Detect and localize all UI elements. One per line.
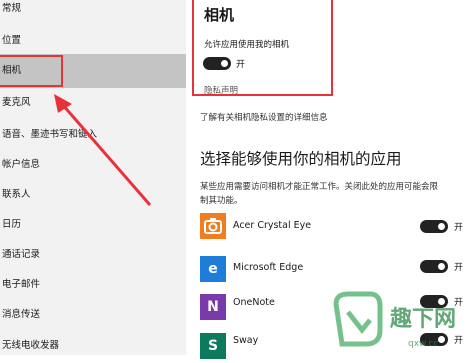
camera-access-toggle[interactable] bbox=[203, 57, 231, 70]
camera-icon bbox=[200, 213, 226, 239]
app-name: OneNote bbox=[233, 297, 275, 308]
onenote-icon: N bbox=[200, 294, 226, 320]
app-name: Sway bbox=[233, 335, 259, 346]
app-access-toggle[interactable] bbox=[420, 220, 448, 233]
sidebar-item-messaging[interactable]: 消息传送 bbox=[0, 298, 186, 332]
camera-access-state: 开 bbox=[236, 60, 246, 70]
app-access-state: 开 bbox=[454, 263, 464, 273]
sidebar-item-speech-inking[interactable]: 语音、墨迹书写和键入 bbox=[0, 118, 186, 152]
sidebar-item-calendar[interactable]: 日历 bbox=[0, 208, 186, 242]
apps-description-cont: 制其功能。 bbox=[200, 196, 243, 206]
sidebar-item-call-history[interactable]: 通话记录 bbox=[0, 238, 186, 272]
app-name: Acer Crystal Eye bbox=[233, 220, 312, 231]
app-access-state: 开 bbox=[454, 223, 464, 233]
app-name: Microsoft Edge bbox=[233, 262, 304, 273]
sidebar-item-contacts[interactable]: 联系人 bbox=[0, 178, 186, 212]
allow-camera-label: 允许应用使用我的相机 bbox=[204, 40, 290, 50]
sidebar-item-email[interactable]: 电子邮件 bbox=[0, 268, 186, 302]
apps-description: 某些应用需要访问相机才能正常工作。关闭此处的应用可能会限 bbox=[200, 182, 439, 192]
app-access-toggle[interactable] bbox=[420, 260, 448, 273]
learn-more-link[interactable]: 了解有关相机隐私设置的详细信息 bbox=[200, 111, 328, 123]
privacy-statement-link[interactable]: 隐私声明 bbox=[204, 84, 238, 96]
page-title: 相机 bbox=[204, 6, 235, 24]
sidebar-item-account-info[interactable]: 帐户信息 bbox=[0, 148, 186, 182]
app-access-toggle[interactable] bbox=[420, 295, 448, 308]
sidebar-item-general[interactable]: 常规 bbox=[0, 0, 186, 26]
camera-nav-highlight-box bbox=[0, 55, 63, 87]
sidebar: 常规 位置 相机 麦克风 语音、墨迹书写和键入 帐户信息 联系人 日历 通话记录… bbox=[0, 0, 186, 355]
app-access-state: 开 bbox=[454, 336, 464, 346]
sidebar-item-microphone[interactable]: 麦克风 bbox=[0, 86, 186, 120]
app-access-state: 开 bbox=[454, 298, 464, 308]
sidebar-item-location[interactable]: 位置 bbox=[0, 24, 186, 58]
apps-section-heading: 选择能够使用你的相机的应用 bbox=[200, 150, 402, 168]
sidebar-item-radios[interactable]: 无线电收发器 bbox=[0, 329, 186, 363]
app-access-toggle[interactable] bbox=[420, 333, 448, 346]
sway-icon: S bbox=[200, 333, 226, 359]
edge-icon: e bbox=[200, 256, 226, 282]
